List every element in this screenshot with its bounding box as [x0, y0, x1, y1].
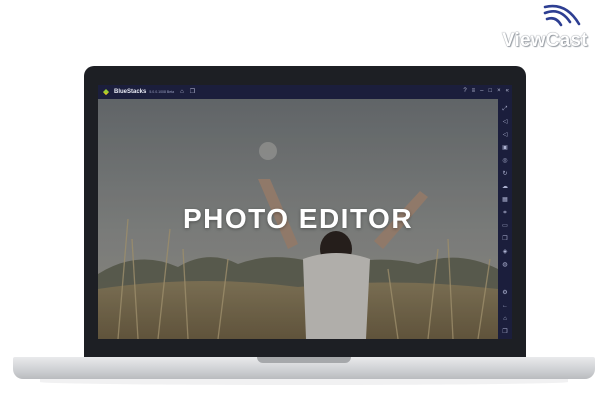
maximize-icon[interactable]: □ [489, 88, 493, 94]
help-icon[interactable]: ? [463, 88, 466, 94]
screenshot-icon[interactable]: ⌗ [502, 210, 508, 216]
multi-instance-icon[interactable]: ❐ [190, 89, 195, 95]
home-icon[interactable]: ⌂ [502, 316, 508, 322]
signal-waves-icon [543, 4, 581, 27]
watermark-text: ViewCast [502, 30, 588, 51]
viewcast-watermark: ViewCast [498, 4, 598, 51]
emulator-sidebar: ⤢ ◁ ◁ ▣ ◎ ↻ ☁ ▦ ⌗ ▭ ❐ ◈ ◍ ⚙ ← ⌂ ❐ [498, 99, 512, 339]
folder-icon[interactable]: ▭ [502, 223, 508, 229]
close-icon[interactable]: × [497, 88, 501, 94]
volume-up-icon[interactable]: ◁ [502, 119, 508, 125]
home-icon[interactable]: ⌂ [180, 89, 184, 95]
expand-icon[interactable]: ⤢ [502, 106, 508, 112]
emulator-window: BlueStacks 5.0.0.1008 Beta ⌂ ❐ ? ≡ – □ ×… [98, 85, 512, 339]
layers-icon[interactable]: ◈ [502, 249, 508, 255]
multi-instance-icon[interactable]: ❐ [502, 236, 508, 242]
camera-icon[interactable]: ◎ [502, 158, 508, 164]
menu-icon[interactable]: ≡ [472, 88, 476, 94]
eco-icon[interactable]: ◍ [502, 262, 508, 268]
cloud-icon[interactable]: ☁ [502, 184, 508, 190]
titlebar: BlueStacks 5.0.0.1008 Beta ⌂ ❐ ? ≡ – □ ×… [98, 85, 512, 99]
collapse-sidebar-icon[interactable]: « [506, 88, 509, 94]
volume-down-icon[interactable]: ◁ [502, 132, 508, 138]
minimize-icon[interactable]: – [480, 88, 483, 94]
app-version: 5.0.0.1008 Beta [149, 90, 175, 94]
app-name: BlueStacks [114, 89, 147, 95]
settings-icon[interactable]: ⚙ [502, 290, 508, 296]
back-icon[interactable]: ← [502, 303, 508, 309]
media-icon[interactable]: ▣ [502, 145, 508, 151]
rotate-icon[interactable]: ↻ [502, 171, 508, 177]
photo-editor-title: PHOTO EDITOR [182, 203, 414, 234]
bluestacks-logo-icon [103, 89, 109, 95]
apk-icon[interactable]: ▦ [502, 197, 508, 203]
app-content[interactable]: PHOTO EDITOR [98, 99, 498, 339]
recent-apps-icon[interactable]: ❐ [502, 329, 508, 335]
laptop-notch [257, 357, 351, 363]
laptop-shadow [40, 379, 568, 385]
